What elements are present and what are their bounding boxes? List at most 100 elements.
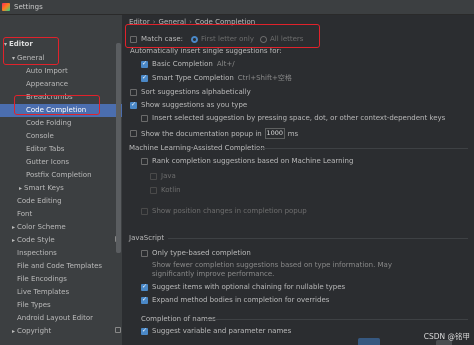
chevron-right-icon: ▸: [11, 223, 15, 231]
smart-completion-checkbox[interactable]: ✓: [141, 74, 148, 82]
names-suggest-label: Suggest variable and parameter names: [152, 327, 292, 335]
js-type-based-hint-2: significantly improve performance.: [152, 270, 274, 278]
sidebar-item-label: Appearance: [26, 80, 69, 89]
breadcrumb-separator: ›: [152, 18, 156, 26]
ml-java-checkbox[interactable]: [150, 172, 157, 180]
ml-java-label: Java: [161, 172, 176, 180]
sidebar-item-label: Code Folding: [26, 119, 72, 128]
ml-section-title: Machine Learning-Assisted Completion: [129, 144, 265, 152]
match-case-label: Match case:: [141, 35, 184, 43]
show-as-type-label: Show suggestions as you type: [141, 101, 248, 109]
project-scope-icon: [115, 327, 121, 333]
match-case-checkbox[interactable]: [130, 35, 137, 43]
js-expand-method-label: Expand method bodies in completion for o…: [152, 296, 330, 304]
sidebar-item-gutter-icons[interactable]: Gutter Icons: [0, 156, 122, 169]
sidebar-item-label: Postfix Completion: [26, 171, 92, 180]
basic-completion-checkbox[interactable]: ✓: [141, 60, 148, 68]
chevron-down-icon: ▾: [3, 40, 7, 48]
sidebar-item-live-templates[interactable]: Live Templates: [0, 286, 122, 299]
sidebar-item-smart-keys[interactable]: ▸ Smart Keys: [0, 182, 122, 195]
sidebar-item-font[interactable]: Font: [0, 208, 122, 221]
sidebar-scrollbar[interactable]: [116, 43, 121, 253]
breadcrumb-item: Code Completion: [194, 18, 256, 26]
js-optional-chain-checkbox[interactable]: ✓: [141, 283, 148, 291]
sidebar-item-general[interactable]: ▾ General: [0, 52, 122, 65]
sidebar-item-code-editing[interactable]: Code Editing: [0, 195, 122, 208]
sidebar-item-label: Console: [26, 132, 54, 141]
sidebar-item-file-code-templates[interactable]: File and Code Templates: [0, 260, 122, 273]
auto-insert-heading: Automatically insert single suggestions …: [130, 47, 282, 55]
sidebar-item-editor-tabs[interactable]: Editor Tabs: [0, 143, 122, 156]
first-letter-label: First letter only: [201, 35, 254, 43]
names-section-divider: [206, 319, 468, 320]
js-expand-method-checkbox[interactable]: ✓: [141, 296, 148, 304]
sidebar-item-file-encodings[interactable]: File Encodings: [0, 273, 122, 286]
sidebar-item-label: Gutter Icons: [26, 158, 70, 167]
sidebar-item-auto-import[interactable]: Auto Import: [0, 65, 122, 78]
sidebar-item-breadcrumbs[interactable]: Breadcrumbs: [0, 91, 122, 104]
sidebar-item-label: Color Scheme: [17, 223, 66, 232]
app-logo-icon: [2, 3, 10, 11]
js-type-based-hint-text: Show fewer completion suggestions based …: [152, 261, 392, 269]
sidebar-item-label: Auto Import: [26, 67, 68, 76]
ml-rank-checkbox[interactable]: [141, 157, 148, 165]
js-type-based-checkbox[interactable]: [141, 249, 148, 257]
chevron-right-icon: ▸: [11, 327, 15, 335]
names-suggest-checkbox[interactable]: ✓: [141, 327, 148, 335]
sidebar-item-android-layout-editor[interactable]: Android Layout Editor: [0, 312, 122, 325]
auto-insert-label: Automatically insert single suggestions …: [130, 47, 282, 55]
sidebar-item-code-completion[interactable]: Code Completion: [0, 104, 122, 117]
insert-selected-checkbox[interactable]: [141, 114, 148, 122]
js-optional-chain-row: ✓ Suggest items with optional chaining f…: [141, 283, 345, 291]
sort-alpha-label: Sort suggestions alphabetically: [141, 88, 251, 96]
sort-alpha-checkbox[interactable]: [130, 88, 137, 96]
sidebar-item-label: Code Editing: [17, 197, 62, 206]
smart-completion-label: Smart Type Completion: [152, 74, 234, 82]
basic-completion-label: Basic Completion: [152, 60, 213, 68]
doc-popup-checkbox[interactable]: [130, 130, 137, 137]
basic-completion-row: ✓ Basic Completion Alt+/: [141, 60, 235, 68]
settings-search-field[interactable]: [0, 15, 115, 37]
sidebar-item-label: Copyright: [17, 327, 52, 336]
breadcrumb-item[interactable]: Editor: [129, 18, 150, 26]
sidebar-item-label: File Encodings: [17, 275, 67, 284]
sidebar-item-label: Smart Keys: [24, 184, 64, 193]
js-section-title: JavaScript: [129, 234, 165, 242]
js-type-based-label: Only type-based completion: [152, 249, 251, 257]
sidebar-item-file-types[interactable]: File Types: [0, 299, 122, 312]
first-letter-radio[interactable]: [191, 35, 199, 43]
show-as-type-checkbox[interactable]: ✓: [130, 101, 137, 109]
sidebar-item-inspections[interactable]: Inspections: [0, 247, 122, 260]
ml-java-row: Java: [150, 172, 176, 180]
sidebar-item-code-style[interactable]: ▸ Code Style: [0, 234, 122, 247]
sidebar-item-label: Code Style: [17, 236, 55, 245]
sidebar-item-label: File Types: [17, 301, 51, 310]
sidebar-item-code-folding[interactable]: Code Folding: [0, 117, 122, 130]
doc-popup-delay-input[interactable]: 1000: [264, 128, 285, 139]
insert-selected-label: Insert selected suggestion by pressing s…: [152, 114, 446, 122]
sidebar-item-postfix-completion[interactable]: Postfix Completion: [0, 169, 122, 182]
watermark: CSDN @铭甲: [423, 332, 470, 341]
sidebar-item-label: Font: [17, 210, 33, 219]
names-suggest-row: ✓ Suggest variable and parameter names: [141, 327, 291, 335]
smart-completion-shortcut: Ctrl+Shift+空格: [237, 74, 292, 82]
sidebar-item-copyright[interactable]: ▸ Copyright: [0, 325, 122, 338]
sidebar-item-console[interactable]: Console: [0, 130, 122, 143]
ml-show-pos-checkbox[interactable]: [141, 207, 148, 215]
all-letters-radio[interactable]: [259, 35, 267, 43]
ml-show-pos-label: Show position changes in completion popu…: [152, 207, 307, 215]
sidebar-item-appearance[interactable]: Appearance: [0, 78, 122, 91]
sidebar-item-editor[interactable]: ▾ Editor: [0, 38, 117, 51]
ml-rank-row: Rank completion suggestions based on Mac…: [141, 157, 353, 165]
ml-show-pos-row: Show position changes in completion popu…: [141, 207, 307, 215]
chevron-right-icon: ▸: [18, 184, 22, 192]
ok-button[interactable]: [358, 338, 380, 345]
breadcrumb-item[interactable]: General: [159, 18, 187, 26]
doc-popup-label: Show the documentation popup in: [141, 129, 262, 138]
insert-selected-row: Insert selected suggestion by pressing s…: [141, 114, 445, 122]
chevron-down-icon: ▾: [11, 54, 15, 62]
ml-kotlin-checkbox[interactable]: [150, 186, 157, 194]
sidebar-item-label: Live Templates: [17, 288, 70, 297]
ml-kotlin-row: Kotlin: [150, 186, 181, 194]
sidebar-item-color-scheme[interactable]: ▸ Color Scheme: [0, 221, 122, 234]
